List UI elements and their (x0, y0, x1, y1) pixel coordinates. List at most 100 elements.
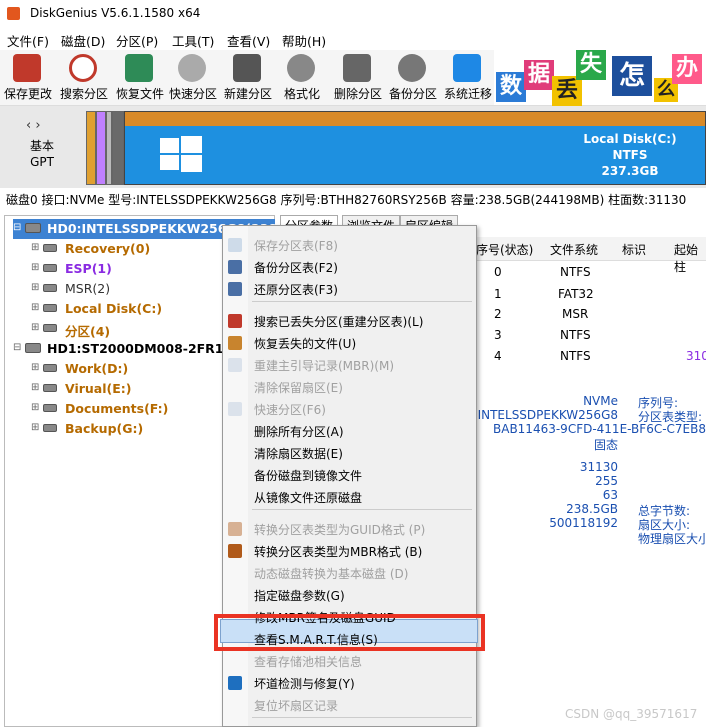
expand-icon[interactable]: ⊞ (31, 402, 39, 413)
menu-item: 清除保留扇区(E) (222, 377, 477, 397)
annotation-highlight-box (214, 614, 485, 651)
detail-sectors: 63 (602, 488, 618, 502)
quick-partition-button[interactable]: 快速分区 (165, 50, 221, 104)
menu-item[interactable]: 清除扇区数据(E) (222, 443, 477, 463)
tree-label: 分区(4) (65, 324, 111, 339)
partition-icon (43, 244, 57, 252)
menu-item[interactable]: 坏道检测与修复(Y) (222, 673, 477, 693)
menu-item-label: 保存分区表(F8) (254, 239, 338, 253)
format-button[interactable]: 格式化 (274, 50, 330, 104)
expand-icon[interactable]: ⊞ (31, 322, 39, 333)
tree-label: Local Disk(C:) (65, 301, 163, 316)
menu-separator (252, 509, 472, 510)
menu-item[interactable]: 搜索已丢失分区(重建分区表)(L) (222, 311, 477, 331)
menu-tools[interactable]: 工具(T) (172, 31, 214, 50)
table-cell: 4 (494, 349, 502, 363)
save-icon (228, 238, 242, 252)
partition-icon (43, 264, 57, 272)
window-title: DiskGenius V5.6.1.1580 x64 (30, 6, 201, 20)
toolbar-label: 恢复文件 (115, 87, 164, 101)
partition-segment-recovery[interactable] (86, 111, 96, 185)
partition-icon (43, 284, 57, 292)
menu-item-label: 备份分区表(F2) (254, 261, 338, 275)
search-partition-button[interactable]: 搜索分区 (56, 50, 112, 104)
expand-icon[interactable]: ⊞ (31, 262, 39, 273)
menu-partition[interactable]: 分区(P) (116, 31, 158, 50)
menu-item: 重建主引导记录(MBR)(M) (222, 355, 477, 375)
new-partition-button[interactable]: 新建分区 (220, 50, 276, 104)
column-header[interactable]: 文件系统 (550, 241, 598, 258)
detail-type: 固态 (593, 438, 618, 452)
restore-table-icon (228, 282, 242, 296)
system-migrate-button[interactable]: 系统迁移 (440, 50, 496, 104)
partition-grid-header: 序号(状态) 文件系统 标识 起始柱 (476, 237, 706, 274)
expand-icon[interactable]: ⊞ (31, 282, 39, 293)
new-partition-icon (233, 54, 261, 82)
detail-capacity: 238.5GB (566, 502, 618, 516)
disk-nav-arrows[interactable]: ‹ › (26, 118, 41, 133)
format-icon (287, 54, 315, 82)
menu-bar: 文件(F) 磁盘(D) 分区(P) 工具(T) 查看(V) 帮助(H) (0, 28, 706, 50)
delete-icon (343, 54, 371, 82)
tree-label: Work(D:) (65, 361, 129, 376)
partition-info: Local Disk(C:) NTFS 237.3GB (560, 131, 700, 179)
partition-icon (43, 304, 57, 312)
menu-item[interactable]: 转换分区表类型为MBR格式 (B) (222, 541, 477, 561)
partition-segment-4[interactable] (112, 111, 124, 185)
table-cell: 1 (494, 287, 502, 301)
detail-cylinders: 31130 (579, 460, 618, 474)
windows-logo-icon (160, 136, 202, 172)
menu-item[interactable]: 备份分区表(F2) (222, 257, 477, 277)
menu-item[interactable]: 恢复丢失的文件(U) (222, 333, 477, 353)
collapse-icon[interactable]: ⊟ (13, 342, 21, 353)
backup-partition-button[interactable]: 备份分区 (385, 50, 441, 104)
recover-files-button[interactable]: 恢复文件 (112, 50, 168, 104)
partition-icon (43, 424, 57, 432)
menu-file[interactable]: 文件(F) (7, 31, 49, 50)
menu-item-label: 恢复丢失的文件(U) (254, 337, 357, 351)
column-header[interactable]: 标识 (622, 241, 646, 258)
expand-icon[interactable]: ⊞ (31, 382, 39, 393)
expand-icon[interactable]: ⊞ (31, 422, 39, 433)
table-cell: 310 (686, 349, 706, 363)
menu-item[interactable]: 删除所有分区(A) (222, 421, 477, 441)
menu-item[interactable]: 指定磁盘参数(G) (222, 585, 477, 605)
promo-banner[interactable]: 数 据 丢 失 怎 么 办 (494, 50, 706, 106)
menu-item: 转换分区表类型为GUID格式 (P) (222, 519, 477, 539)
banner-char: 丢 (552, 76, 582, 106)
tree-label: Documents(F:) (65, 401, 169, 416)
disk-type-label: 基本 GPT (30, 139, 55, 169)
table-cell: NTFS (560, 265, 591, 279)
menu-separator (252, 717, 472, 718)
quick-partition-icon (228, 402, 242, 416)
watermark: CSDN @qq_39571617 (565, 707, 698, 721)
expand-icon[interactable]: ⊞ (31, 302, 39, 313)
banner-char: 怎 (612, 56, 652, 96)
menu-disk[interactable]: 磁盘(D) (61, 31, 105, 50)
expand-icon[interactable]: ⊞ (31, 242, 39, 253)
delete-partition-button[interactable]: 删除分区 (330, 50, 386, 104)
collapse-icon[interactable]: ⊟ (13, 222, 21, 233)
menu-item[interactable]: 从镜像文件还原磁盘 (222, 487, 477, 507)
menu-item[interactable]: 还原分区表(F3) (222, 279, 477, 299)
detail-total-sectors: 500118192 (549, 516, 618, 530)
partition-segment-esp[interactable] (96, 111, 106, 185)
column-header[interactable]: 序号(状态) (476, 241, 533, 258)
menu-view[interactable]: 查看(V) (227, 31, 270, 50)
menu-item-label: 搜索已丢失分区(重建分区表)(L) (254, 315, 424, 329)
mbr-icon (228, 358, 242, 372)
detail-label: 分区表类型: (638, 410, 703, 424)
menu-item[interactable]: 备份磁盘到镜像文件 (222, 465, 477, 485)
table-cell: 0 (494, 265, 502, 279)
save-changes-button[interactable]: 保存更改 (0, 50, 56, 104)
tree-label: Recovery(0) (65, 241, 151, 256)
table-cell: NTFS (560, 328, 591, 342)
menu-help[interactable]: 帮助(H) (282, 31, 326, 50)
column-header[interactable]: 起始柱 (674, 241, 706, 275)
title-bar: DiskGenius V5.6.1.1580 x64 (0, 0, 706, 28)
menu-item-label: 清除保留扇区(E) (254, 381, 343, 395)
detail-model: INTELSSDPEKKW256G8 (477, 408, 618, 422)
expand-icon[interactable]: ⊞ (31, 362, 39, 373)
detail-interface: NVMe (583, 394, 618, 408)
recover-icon (125, 54, 153, 82)
